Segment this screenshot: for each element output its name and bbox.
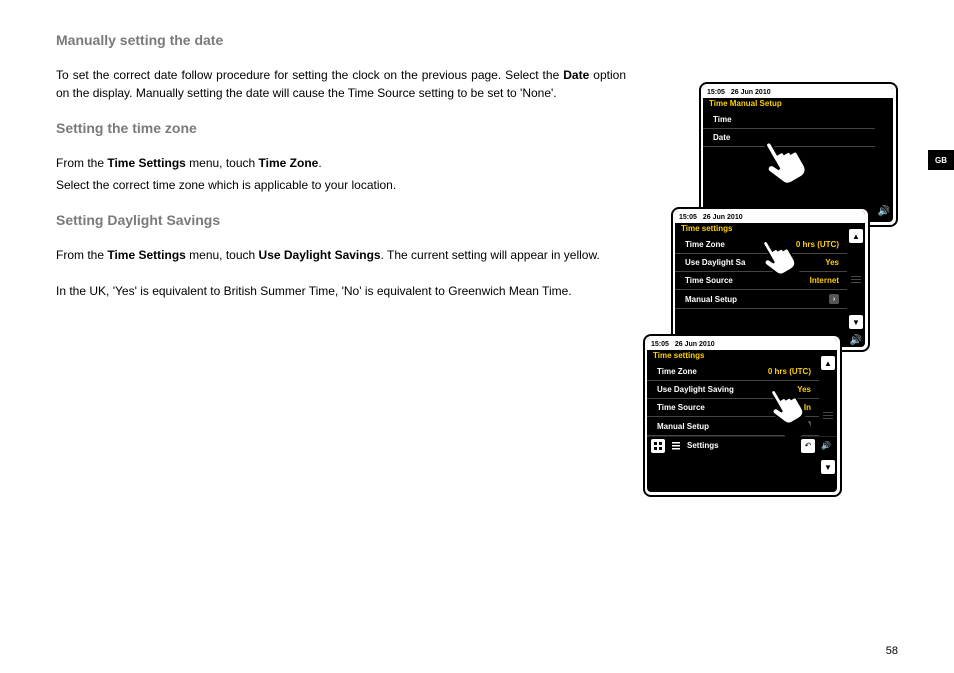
menu-item-manual-setup[interactable]: Manual Setup › <box>647 417 819 436</box>
menu-label: Use Daylight Saving <box>657 385 734 394</box>
status-bar: 15:05 26 Jun 2010 <box>675 211 865 223</box>
menu-item-time-source[interactable]: Time Source Internet <box>675 272 847 290</box>
status-bar: 15:05 26 Jun 2010 <box>647 338 837 350</box>
text: From the <box>56 248 107 262</box>
back-button[interactable]: ↶ <box>801 439 815 453</box>
device-screenshot-2: 15:05 26 Jun 2010 Time settings Time Zon… <box>671 207 870 352</box>
scroll-up-button[interactable]: ▲ <box>821 356 835 370</box>
scroll-track <box>823 412 833 419</box>
menu-item-time-zone[interactable]: Time Zone 0 hrs (UTC) <box>647 363 819 381</box>
status-time: 15:05 <box>679 214 697 221</box>
menu-label: Manual Setup <box>685 295 737 304</box>
home-button[interactable] <box>651 439 665 453</box>
text: menu, touch <box>186 248 259 262</box>
text: To set the correct date follow procedure… <box>56 68 563 82</box>
menu-label: Time Source <box>657 403 705 412</box>
bottom-toolbar: Settings ↶ 🔊 <box>647 436 837 454</box>
menu-label: Time Source <box>685 276 733 285</box>
menu-label: Date <box>713 133 730 142</box>
text: . <box>318 156 321 170</box>
text-bold: Time Settings <box>107 248 185 262</box>
status-date: 26 Jun 2010 <box>731 89 771 96</box>
menu-icon[interactable] <box>669 439 683 453</box>
breadcrumb-label: Settings <box>687 441 719 450</box>
menu-value: Yes <box>825 258 839 267</box>
scroll-track <box>851 276 861 283</box>
para-tz-2: Select the correct time zone which is ap… <box>56 176 626 194</box>
menu-label: Time <box>713 115 732 124</box>
status-date: 26 Jun 2010 <box>703 214 743 221</box>
menu-label: Time Zone <box>685 240 725 249</box>
text-bold: Use Daylight Savings <box>259 248 381 262</box>
text: From the <box>56 156 107 170</box>
menu-label: Manual Setup <box>657 422 709 431</box>
device-screenshot-1: 15:05 26 Jun 2010 Time Manual Setup Time… <box>699 82 898 227</box>
menu-value: In <box>804 403 811 412</box>
page-number: 58 <box>886 645 898 657</box>
text-bold: Time Settings <box>107 156 185 170</box>
menu-item-time-source[interactable]: Time Source In <box>647 399 819 417</box>
menu-item-daylight[interactable]: Use Daylight Sa Yes <box>675 254 847 272</box>
screen-title: Time settings <box>647 350 837 360</box>
status-time: 15:05 <box>651 341 669 348</box>
menu-item-daylight[interactable]: Use Daylight Saving Yes <box>647 381 819 399</box>
side-controls: 🔊 <box>875 98 893 222</box>
status-time: 15:05 <box>707 89 725 96</box>
menu-item-time[interactable]: Time <box>703 111 875 129</box>
status-date: 26 Jun 2010 <box>675 341 715 348</box>
heading-manual-date: Manually setting the date <box>56 32 898 48</box>
menu-value: 0 hrs (UTC) <box>768 367 811 376</box>
menu-value: 0 hrs (UTC) <box>796 240 839 249</box>
text: menu, touch <box>186 156 259 170</box>
menu-label: Use Daylight Sa <box>685 258 745 267</box>
screen-title: Time settings <box>675 223 865 233</box>
volume-icon[interactable]: 🔊 <box>849 333 863 347</box>
menu-item-manual-setup[interactable]: Manual Setup › <box>675 290 847 309</box>
menu-label: Time Zone <box>657 367 697 376</box>
text-bold: Time Zone <box>259 156 319 170</box>
text-bold: Date <box>563 68 589 82</box>
chevron-right-icon: › <box>829 294 839 304</box>
status-bar: 15:05 26 Jun 2010 <box>703 86 893 98</box>
para-dls-1: From the Time Settings menu, touch Use D… <box>56 246 626 264</box>
scroll-down-button[interactable]: ▼ <box>849 315 863 329</box>
menu-item-date[interactable]: Date <box>703 129 875 147</box>
scroll-up-button[interactable]: ▲ <box>849 229 863 243</box>
device-screenshot-3: 15:05 26 Jun 2010 Time settings Time Zon… <box>643 334 842 497</box>
screen-title: Time Manual Setup <box>703 98 893 108</box>
para-dls-2: In the UK, 'Yes' is equivalent to Britis… <box>56 282 626 300</box>
menu-value: Internet <box>810 276 839 285</box>
region-tab-gb: GB <box>928 150 954 170</box>
volume-icon[interactable]: 🔊 <box>877 204 891 218</box>
para-manual-date: To set the correct date follow procedure… <box>56 66 626 102</box>
menu-value: Yes <box>797 385 811 394</box>
chevron-right-icon: › <box>801 421 811 431</box>
device-screenshots: 15:05 26 Jun 2010 Time Manual Setup Time… <box>648 82 898 502</box>
para-tz-1: From the Time Settings menu, touch Time … <box>56 154 626 172</box>
side-controls: ▲ ▼ 🔊 <box>847 223 865 347</box>
scroll-down-button[interactable]: ▼ <box>821 460 835 474</box>
text: . The current setting will appear in yel… <box>381 248 600 262</box>
menu-item-time-zone[interactable]: Time Zone 0 hrs (UTC) <box>675 236 847 254</box>
side-controls: ▲ ▼ <box>819 350 837 474</box>
